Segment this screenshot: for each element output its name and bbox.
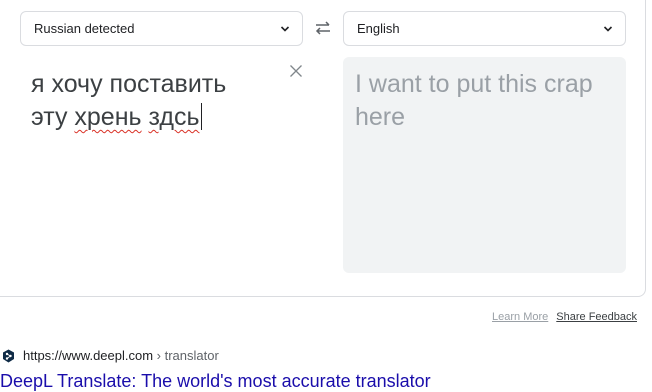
translation-output-text: I want to put this crap here	[355, 70, 593, 131]
target-language-select[interactable]: English	[343, 11, 626, 46]
source-text-input[interactable]: я хочу поставить эту хрень здсь	[31, 68, 281, 134]
chevron-down-icon	[603, 26, 613, 32]
source-language-label: Russian detected	[34, 21, 135, 36]
deepl-logo-icon	[3, 349, 14, 363]
clear-text-icon[interactable]	[289, 64, 303, 78]
result-url-domain: https://www.deepl.com	[23, 348, 154, 363]
result-url-breadcrumb: › translator	[153, 348, 219, 363]
result-title-link[interactable]: DeepL Translate: The world's most accura…	[0, 371, 431, 392]
translation-output-panel: I want to put this crap here	[343, 57, 626, 273]
source-text-line1: я хочу поставить	[31, 70, 227, 98]
source-word: эту	[31, 103, 68, 131]
share-feedback-link[interactable]: Share Feedback	[556, 311, 637, 323]
learn-more-link[interactable]: Learn More	[492, 311, 548, 323]
text-caret	[200, 103, 202, 130]
swap-languages-icon[interactable]	[314, 19, 332, 37]
translator-footer-links: Learn More Share Feedback	[492, 311, 637, 323]
misspelled-word: здсь	[148, 103, 200, 131]
target-language-label: English	[357, 21, 400, 36]
source-language-select[interactable]: Russian detected	[20, 11, 303, 46]
result-url[interactable]: https://www.deepl.com › translator	[23, 348, 219, 363]
misspelled-word: хрень	[74, 103, 142, 131]
chevron-down-icon	[280, 26, 290, 32]
